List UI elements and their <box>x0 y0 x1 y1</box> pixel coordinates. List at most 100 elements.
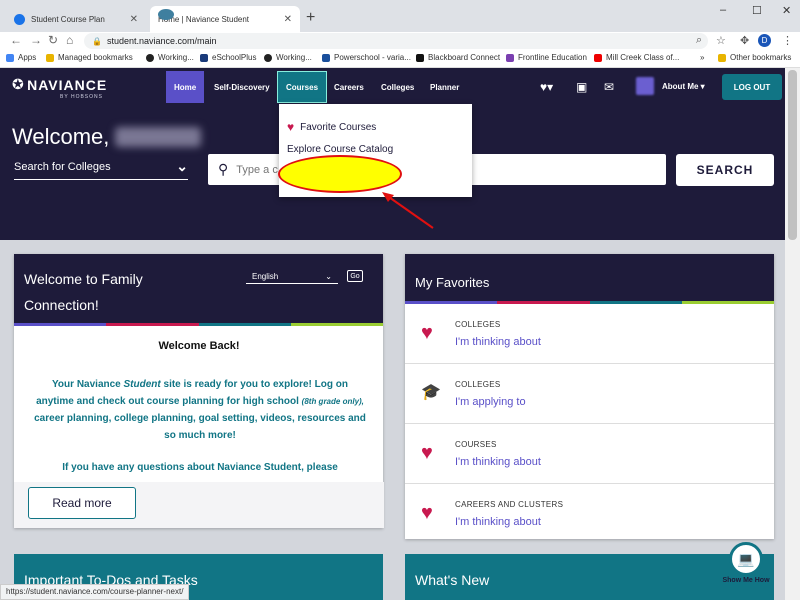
bookmark-frontline[interactable]: Frontline Education <box>506 53 587 62</box>
powerschool-icon <box>322 53 330 62</box>
status-bar-url: https://student.naviance.com/course-plan… <box>0 584 190 600</box>
heart-icon: ♥ <box>421 322 433 344</box>
redacted-user-name <box>115 127 201 147</box>
github-icon <box>264 53 272 62</box>
bookmarks-more[interactable]: » <box>700 53 704 62</box>
card-header: Welcome to Family Connection! English ⌄ … <box>14 254 383 323</box>
apps-icon <box>6 53 14 62</box>
tab-student-course-plan[interactable]: Student Course Plan ✕ <box>6 6 146 32</box>
close-window-button[interactable]: ✕ <box>782 4 791 17</box>
logout-button[interactable]: LOG OUT <box>722 74 782 100</box>
naviance-logo[interactable]: ✪ NAVIANCE BY HOBSONS <box>12 76 107 100</box>
address-bar[interactable]: 🔒 student.naviance.com/main <box>84 33 708 49</box>
new-tab-button[interactable]: + <box>306 9 315 27</box>
forward-arrow-icon[interactable]: → <box>30 33 42 47</box>
folder-icon <box>718 53 726 62</box>
home-icon[interactable]: ⌂ <box>66 33 73 47</box>
favorites-link[interactable]: I'm applying to <box>455 396 526 408</box>
red-arrow-annotation <box>382 192 434 229</box>
naviance-star-icon: ✪ <box>12 76 24 92</box>
close-icon[interactable]: ✕ <box>130 14 138 25</box>
welcome-heading: Welcome, <box>12 124 110 149</box>
about-me-menu[interactable]: About Me ▾ <box>662 82 705 91</box>
nav-planner[interactable]: Planner <box>422 71 467 103</box>
favorites-heart-icon[interactable]: ♥▾ <box>540 80 553 94</box>
family-connection-card: Welcome to Family Connection! English ⌄ … <box>14 254 384 528</box>
video-icon[interactable]: ▣ <box>576 80 587 94</box>
scrollbar-thumb[interactable] <box>788 70 797 240</box>
frontline-icon <box>506 53 514 62</box>
bookmarks-bar: Apps Managed bookmarks Working... eSchoo… <box>0 50 800 68</box>
bookmark-working-1[interactable]: Working... <box>146 53 194 62</box>
esp-icon <box>200 53 208 62</box>
card-title: My Favorites <box>415 275 490 290</box>
star-icon[interactable]: ☆ <box>716 34 726 47</box>
profile-avatar[interactable]: D <box>758 34 771 47</box>
laptop-help-icon: 💻 <box>729 542 763 576</box>
heart-icon: ♥ <box>421 502 433 524</box>
favorites-link[interactable]: I'm thinking about <box>455 456 541 468</box>
welcome-back-heading: Welcome Back! <box>158 340 240 352</box>
minimize-button[interactable]: – <box>720 4 726 16</box>
graduation-cap-icon: 🎓 <box>421 384 441 401</box>
bookmark-millcreek[interactable]: Mill Creek Class of... <box>594 53 679 62</box>
close-icon[interactable]: ✕ <box>284 14 292 25</box>
maximize-button[interactable]: ☐ <box>752 4 762 17</box>
nav-home[interactable]: Home <box>166 71 205 103</box>
my-favorites-card: My Favorites ♥ COLLEGES I'm thinking abo… <box>405 254 774 539</box>
nav-careers[interactable]: Careers <box>326 71 372 103</box>
bookmark-managed[interactable]: Managed bookmarks <box>46 53 133 62</box>
favorites-row[interactable]: ♥ COURSES I'm thinking about <box>405 424 774 484</box>
reload-icon[interactable]: ↻ <box>48 33 58 47</box>
bookmark-eschoolplus[interactable]: eSchoolPlus <box>200 53 256 62</box>
bookmark-powerschool[interactable]: Powerschool - varia... <box>322 53 411 62</box>
favorites-link[interactable]: I'm thinking about <box>455 516 541 528</box>
bookmark-other[interactable]: Other bookmarks <box>718 53 791 62</box>
nav-colleges[interactable]: Colleges <box>373 71 422 103</box>
language-select[interactable]: English ⌄ <box>246 270 338 284</box>
go-button[interactable]: Go <box>347 270 363 282</box>
favorites-row[interactable]: ♥ CAREERS AND CLUSTERS I'm thinking abou… <box>405 484 774 544</box>
github-icon <box>146 53 154 62</box>
folder-icon <box>46 53 54 62</box>
highlight-ellipse-annotation <box>278 155 402 193</box>
menu-item-favorite-courses[interactable]: ♥ Favorite Courses <box>287 120 376 134</box>
read-more-button[interactable]: Read more <box>28 487 136 519</box>
url-text: student.naviance.com/main <box>106 36 217 46</box>
bookmark-blackboard[interactable]: Blackboard Connect <box>416 53 500 62</box>
search-category-select[interactable]: Search for Colleges ⌄ <box>14 154 188 180</box>
bookmark-apps[interactable]: Apps <box>6 53 36 62</box>
color-stripe <box>14 323 383 326</box>
tab-title: Home | Naviance Student <box>158 14 250 24</box>
extensions-puzzle-icon[interactable]: ✥ <box>740 34 749 47</box>
naviance-header: ✪ NAVIANCE BY HOBSONS Home Self-Discover… <box>0 68 785 106</box>
search-icon: ⚲ <box>218 161 229 177</box>
favorites-row[interactable]: ♥ COLLEGES I'm thinking about <box>405 304 774 364</box>
heart-icon: ♥ <box>421 442 433 464</box>
browser-toolbar: ← → ↻ ⌂ 🔒 student.naviance.com/main ⌕ ☆ … <box>0 32 800 50</box>
favorites-row[interactable]: 🎓 COLLEGES I'm applying to <box>405 364 774 424</box>
youtube-icon <box>594 53 602 62</box>
welcome-message: Your Naviance Student site is ready for … <box>34 379 366 441</box>
globe-icon <box>14 13 25 25</box>
back-arrow-icon[interactable]: ← <box>10 33 22 47</box>
favorites-link[interactable]: I'm thinking about <box>455 336 541 348</box>
welcome-message-more: If you have any questions about Naviance… <box>62 462 338 473</box>
nav-self-discovery[interactable]: Self-Discovery <box>206 71 278 103</box>
tab-naviance-home[interactable]: Home | Naviance Student ✕ <box>150 6 300 32</box>
show-me-how-button[interactable]: 💻 Show Me How <box>720 542 772 584</box>
zoom-icon[interactable]: ⌕ <box>696 34 702 47</box>
mail-icon[interactable]: ✉ <box>604 80 614 94</box>
nav-courses[interactable]: Courses <box>277 71 328 103</box>
browser-tab-strip: Student Course Plan ✕ Home | Naviance St… <box>0 0 800 32</box>
blackboard-icon <box>416 53 424 62</box>
avatar[interactable] <box>636 77 654 95</box>
menu-dots-icon[interactable]: ⋮ <box>782 34 793 47</box>
whats-new-card-header: What's New <box>405 554 774 600</box>
bookmark-working-2[interactable]: Working... <box>264 53 312 62</box>
heart-icon: ♥ <box>287 120 295 134</box>
lock-icon: 🔒 <box>92 36 102 46</box>
tab-title: Student Course Plan <box>31 14 105 24</box>
search-button[interactable]: SEARCH <box>676 154 774 186</box>
menu-item-explore-course-catalog[interactable]: Explore Course Catalog <box>287 144 393 155</box>
